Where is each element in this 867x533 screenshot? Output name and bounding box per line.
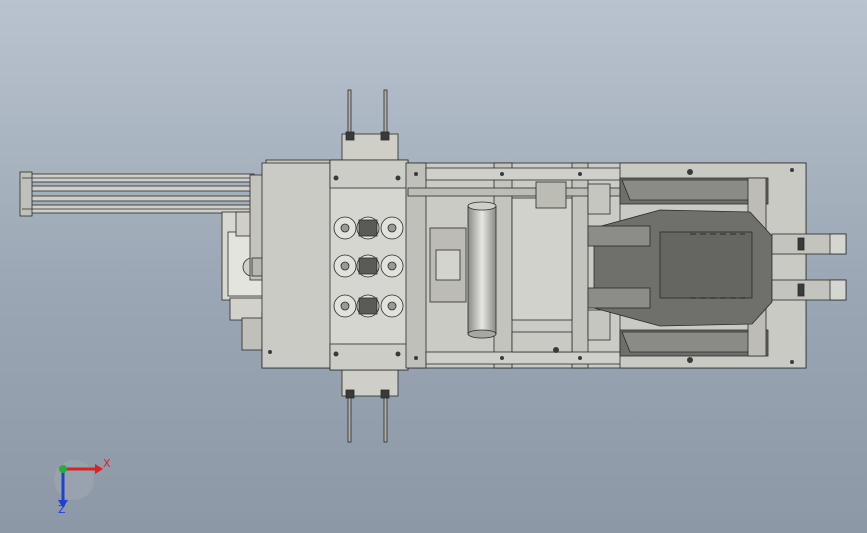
straightener-rollers bbox=[333, 216, 404, 318]
guide-rods-left bbox=[19, 171, 255, 217]
x-axis-label: X bbox=[103, 457, 111, 470]
z-axis-label: Z bbox=[58, 503, 66, 516]
cad-viewport[interactable] bbox=[0, 0, 867, 533]
coordinate-triad bbox=[54, 460, 103, 508]
gripper-assembly bbox=[587, 209, 773, 327]
